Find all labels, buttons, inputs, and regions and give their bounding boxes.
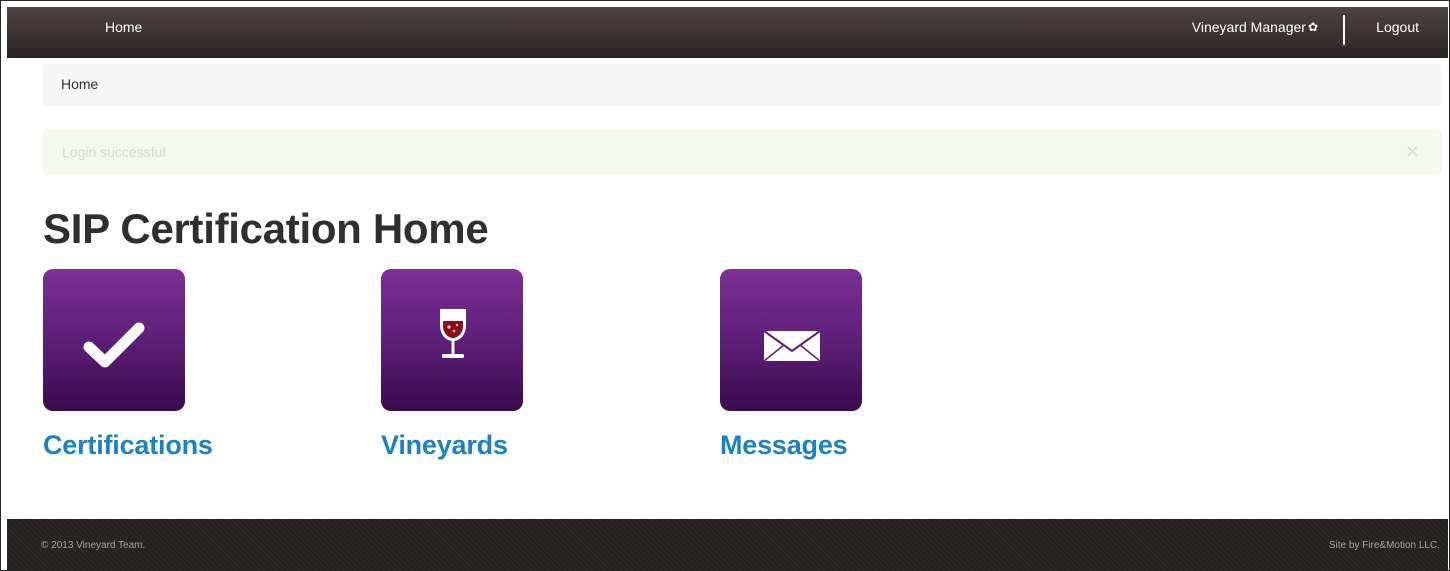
footer-credit-link[interactable]: Site by Fire&Motion LLC. [1329,540,1440,551]
user-menu[interactable]: Vineyard Manager ✿ [1192,19,1318,35]
breadcrumb: Home [43,64,1441,106]
breadcrumb-current: Home [61,76,99,92]
tile-messages[interactable]: Messages [720,269,862,460]
tile-vineyards[interactable]: Vineyards [381,269,523,460]
tile-label-vineyards[interactable]: Vineyards [381,430,508,461]
wine-glass-icon [440,309,466,358]
footer-copyright: © 2013 Vineyard Team. [41,540,146,551]
login-alert: Login successful × [43,130,1441,174]
tile-certifications[interactable]: Certifications [43,269,213,460]
tile-label-messages[interactable]: Messages [720,430,848,461]
footer: © 2013 Vineyard Team. Site by Fire&Motio… [7,519,1448,571]
gear-icon: ✿ [1307,20,1318,34]
envelope-icon [763,330,821,362]
vineyards-tile-box[interactable] [381,269,523,411]
tile-label-certifications[interactable]: Certifications [43,430,213,461]
page-frame: Home Vineyard Manager ✿ Logout Home Login… [0,0,1450,571]
user-menu-label: Vineyard Manager [1191,19,1306,35]
close-icon[interactable]: × [1405,141,1420,162]
nav-divider [1343,15,1345,45]
logout-link[interactable]: Logout [1376,19,1419,35]
page-title: SIP Certification Home [43,205,489,252]
checkmark-icon [83,322,145,368]
certifications-tile-box[interactable] [43,269,185,411]
alert-message: Login successful [62,144,166,160]
nav-home-link[interactable]: Home [105,19,142,35]
messages-tile-box[interactable] [720,269,862,411]
top-navbar: Home Vineyard Manager ✿ Logout [7,7,1448,58]
